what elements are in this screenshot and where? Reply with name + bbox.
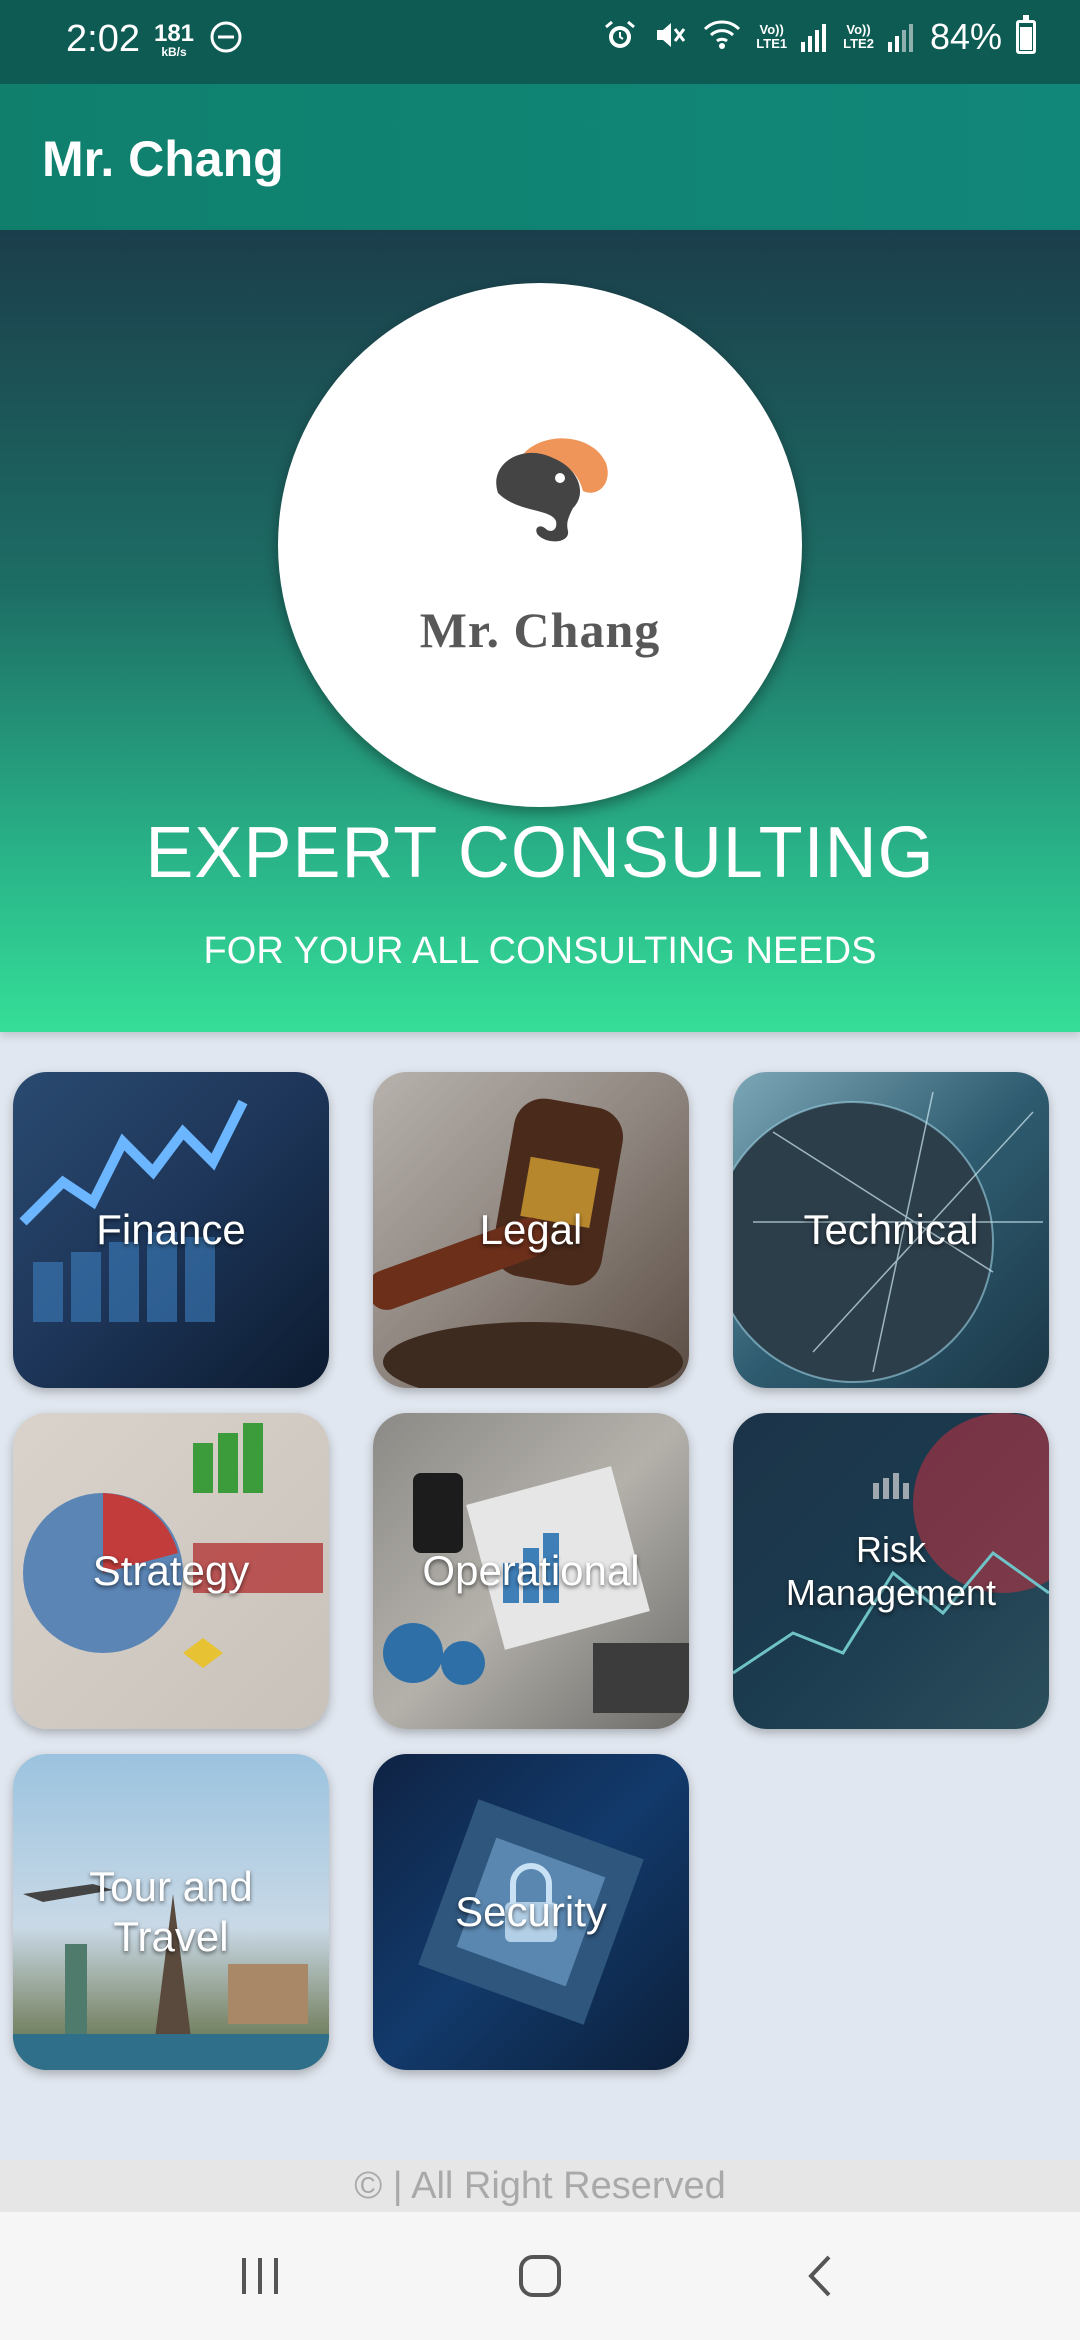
home-icon[interactable] [510, 2250, 570, 2302]
tile-label-security: Security [455, 1887, 607, 1935]
logo: Mr. Chang [278, 283, 802, 807]
logo-text: Mr. Chang [419, 602, 661, 658]
tile-label-risk-management: Risk Management [785, 1528, 997, 1613]
lte2-top: Vo)) [846, 22, 871, 38]
lte2-indicator: Vo)) LTE2 [843, 23, 874, 50]
back-icon[interactable] [790, 2250, 850, 2302]
lte1-top: Vo)) [759, 22, 784, 38]
status-right: Vo)) LTE1 Vo)) LTE2 84% [602, 15, 1036, 58]
signal-icon [801, 22, 829, 52]
tile-label-finance: Finance [96, 1205, 246, 1253]
tile-operational[interactable]: Operational [373, 1413, 689, 1729]
hero-subtitle: FOR YOUR ALL CONSULTING NEEDS [203, 930, 877, 972]
battery-percent: 84% [929, 16, 1002, 57]
tile-label-strategy: Strategy [92, 1546, 250, 1594]
alarm-icon [602, 17, 638, 58]
tile-risk-management[interactable]: Risk Management [733, 1413, 1049, 1729]
battery-icon [1016, 15, 1036, 54]
mute-icon [652, 17, 688, 58]
tile-label-legal: Legal [479, 1205, 583, 1253]
network-speed: 181 kB/s [153, 19, 195, 59]
network-speed-unit: kB/s [161, 44, 187, 59]
lte1-indicator: Vo)) LTE1 [756, 23, 787, 50]
elephant-logo-icon [496, 438, 608, 542]
lte1-bottom: LTE1 [756, 36, 788, 51]
tile-tour-and-travel[interactable]: Tour and Travel [13, 1754, 329, 2070]
status-left: 2:02 181 kB/s [66, 18, 244, 61]
tile-finance[interactable]: Finance [13, 1072, 329, 1388]
dnd-icon [208, 19, 244, 60]
tile-technical[interactable]: Technical [733, 1072, 1049, 1388]
recents-icon[interactable] [230, 2250, 290, 2302]
status-time: 2:02 [66, 18, 140, 60]
app-title: Mr. Chang [42, 131, 284, 187]
system-nav-bar [0, 2212, 1080, 2340]
tile-label-technical: Technical [803, 1205, 979, 1253]
hero-banner: Mr. Chang EXPERT CONSULTING FOR YOUR ALL… [0, 230, 1080, 1032]
hero-title: EXPERT CONSULTING [145, 813, 935, 893]
tile-legal[interactable]: Legal [373, 1072, 689, 1388]
lte2-bottom: LTE2 [843, 36, 874, 51]
tile-strategy[interactable]: Strategy [13, 1413, 329, 1729]
wifi-icon [702, 17, 742, 58]
footer: © | All Right Reserved [0, 2160, 1080, 2212]
status-bar: 2:02 181 kB/s Vo)) LTE1 Vo)) LTE2 84% [0, 0, 1080, 84]
tile-security[interactable]: Security [373, 1754, 689, 2070]
app-bar: Mr. Chang [0, 84, 1080, 230]
tile-label-tour-and-travel: Tour and Travel [89, 1862, 253, 1960]
tile-label-operational: Operational [422, 1546, 640, 1594]
signal-icon-2 [887, 22, 916, 52]
network-speed-value: 181 [153, 19, 195, 47]
